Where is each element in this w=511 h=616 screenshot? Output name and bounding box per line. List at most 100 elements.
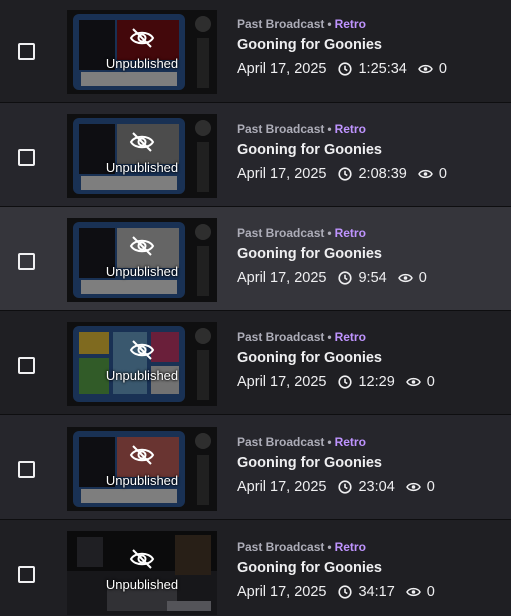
video-date: April 17, 2025 — [237, 270, 327, 286]
video-row[interactable]: Unpublished Past Broadcast • Retro Gooning… — [0, 311, 511, 415]
video-duration: 9:54 — [358, 270, 387, 286]
separator: • — [327, 330, 332, 344]
video-row[interactable]: Unpublished Past Broadcast • Retro Gooning… — [0, 0, 511, 103]
unpublished-overlay — [67, 322, 217, 406]
select-checkbox[interactable] — [18, 566, 35, 583]
eye-icon — [405, 377, 421, 387]
unpublished-overlay — [67, 10, 217, 94]
eye-off-icon — [129, 549, 155, 569]
video-stats: April 17, 2025 1:25:34 0 — [237, 61, 447, 77]
select-checkbox[interactable] — [18, 357, 35, 374]
eye-icon — [418, 64, 433, 74]
video-duration: 23:04 — [358, 479, 395, 495]
video-thumbnail[interactable]: Unpublished — [67, 10, 217, 94]
clock-icon — [338, 62, 353, 76]
category-link[interactable]: Retro — [335, 540, 366, 554]
video-meta: Past Broadcast • Retro Gooning for Goonies… — [237, 540, 435, 600]
video-duration: 1:25:34 — [358, 61, 407, 77]
clock-icon — [338, 271, 353, 285]
video-thumbnail[interactable]: Unpublished — [67, 218, 217, 302]
video-duration: 34:17 — [358, 584, 395, 600]
video-type: Past Broadcast — [237, 540, 325, 554]
eye-off-icon — [129, 445, 155, 465]
video-row[interactable]: Unpublished Past Broadcast • Retro Gooning… — [0, 415, 511, 520]
category-line: Past Broadcast • Retro — [237, 122, 447, 136]
video-duration: 12:29 — [358, 374, 395, 390]
video-date: April 17, 2025 — [237, 166, 327, 182]
video-list: Unpublished Past Broadcast • Retro Gooning… — [0, 0, 511, 616]
eye-icon — [418, 169, 433, 179]
video-views: 0 — [426, 584, 435, 600]
unpublished-overlay — [67, 531, 217, 615]
unpublished-label: Unpublished — [105, 56, 179, 71]
separator: • — [327, 226, 332, 240]
video-title[interactable]: Gooning for Goonies — [237, 560, 435, 576]
video-views: 0 — [438, 61, 447, 77]
video-title[interactable]: Gooning for Goonies — [237, 455, 435, 471]
video-row[interactable]: Unpublished Past Broadcast • Retro Gooning… — [0, 103, 511, 207]
video-thumbnail[interactable]: Unpublished — [67, 322, 217, 406]
video-meta: Past Broadcast • Retro Gooning for Goonies… — [237, 435, 435, 495]
video-stats: April 17, 2025 23:04 0 — [237, 479, 435, 495]
separator: • — [327, 122, 332, 136]
unpublished-overlay — [67, 114, 217, 198]
eye-off-icon — [129, 236, 155, 256]
clock-icon — [338, 480, 353, 494]
video-row[interactable]: Unpublished Past Broadcast • Retro Gooning… — [0, 207, 511, 311]
video-thumbnail[interactable]: Unpublished — [67, 531, 217, 615]
video-thumbnail[interactable]: Unpublished — [67, 114, 217, 198]
video-date: April 17, 2025 — [237, 374, 327, 390]
video-title[interactable]: Gooning for Goonies — [237, 142, 447, 158]
category-line: Past Broadcast • Retro — [237, 540, 435, 554]
video-stats: April 17, 2025 12:29 0 — [237, 374, 435, 390]
video-meta: Past Broadcast • Retro Gooning for Goonies… — [237, 226, 427, 286]
video-views: 0 — [438, 166, 447, 182]
category-link[interactable]: Retro — [335, 435, 366, 449]
video-date: April 17, 2025 — [237, 584, 327, 600]
category-line: Past Broadcast • Retro — [237, 17, 447, 31]
unpublished-label: Unpublished — [105, 473, 179, 488]
unpublished-label: Unpublished — [105, 160, 179, 175]
video-views: 0 — [426, 374, 435, 390]
eye-off-icon — [129, 28, 155, 48]
video-title[interactable]: Gooning for Goonies — [237, 350, 435, 366]
select-checkbox[interactable] — [18, 43, 35, 60]
clock-icon — [338, 167, 353, 181]
video-type: Past Broadcast — [237, 330, 325, 344]
video-meta: Past Broadcast • Retro Gooning for Goonies… — [237, 17, 447, 77]
video-meta: Past Broadcast • Retro Gooning for Goonies… — [237, 330, 435, 390]
video-views: 0 — [418, 270, 427, 286]
select-checkbox[interactable] — [18, 253, 35, 270]
video-title[interactable]: Gooning for Goonies — [237, 246, 427, 262]
video-duration: 2:08:39 — [358, 166, 407, 182]
eye-icon — [405, 587, 421, 597]
video-type: Past Broadcast — [237, 226, 325, 240]
unpublished-label: Unpublished — [105, 577, 179, 592]
video-stats: April 17, 2025 34:17 0 — [237, 584, 435, 600]
select-checkbox[interactable] — [18, 149, 35, 166]
category-line: Past Broadcast • Retro — [237, 435, 435, 449]
video-type: Past Broadcast — [237, 122, 325, 136]
unpublished-label: Unpublished — [105, 368, 179, 383]
unpublished-label: Unpublished — [105, 264, 179, 279]
unpublished-overlay — [67, 427, 217, 511]
eye-off-icon — [129, 340, 155, 360]
clock-icon — [338, 585, 353, 599]
category-link[interactable]: Retro — [335, 330, 366, 344]
video-thumbnail[interactable]: Unpublished — [67, 427, 217, 511]
video-meta: Past Broadcast • Retro Gooning for Goonies… — [237, 122, 447, 182]
select-checkbox[interactable] — [18, 461, 35, 478]
video-date: April 17, 2025 — [237, 61, 327, 77]
unpublished-overlay — [67, 218, 217, 302]
video-stats: April 17, 2025 9:54 0 — [237, 270, 427, 286]
category-link[interactable]: Retro — [335, 17, 366, 31]
video-type: Past Broadcast — [237, 17, 325, 31]
video-row[interactable]: Unpublished Past Broadcast • Retro Gooning… — [0, 520, 511, 616]
eye-off-icon — [129, 132, 155, 152]
category-link[interactable]: Retro — [335, 122, 366, 136]
video-stats: April 17, 2025 2:08:39 0 — [237, 166, 447, 182]
category-link[interactable]: Retro — [335, 226, 366, 240]
video-type: Past Broadcast — [237, 435, 325, 449]
video-title[interactable]: Gooning for Goonies — [237, 37, 447, 53]
category-line: Past Broadcast • Retro — [237, 226, 427, 240]
